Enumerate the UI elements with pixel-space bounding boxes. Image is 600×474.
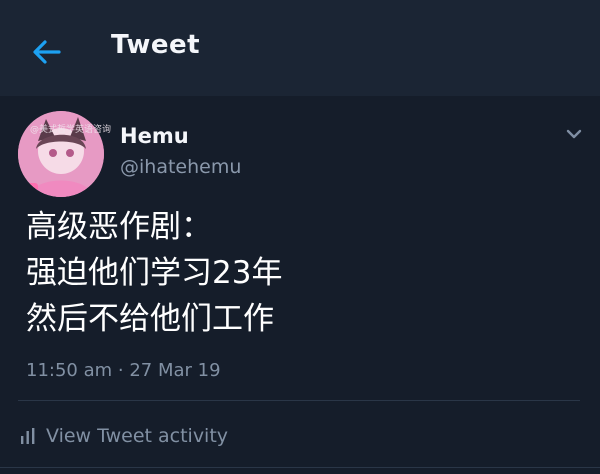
author-name[interactable]: Hemu [120, 124, 189, 148]
back-button[interactable] [28, 34, 64, 70]
tweet-menu-button[interactable] [562, 124, 586, 144]
tweet-text-line: 高级恶作剧： [26, 209, 212, 245]
tweet-text-line: 强迫他们学习23年 [26, 255, 283, 291]
page-title: Tweet [111, 30, 201, 60]
arrow-left-icon [33, 40, 61, 64]
tweet-text-line: 然后不给他们工作 [26, 301, 274, 337]
avatar-watermark: @美式哲学英语咨询 [30, 125, 112, 135]
bar-chart-icon [21, 428, 35, 444]
app-header: Tweet [0, 0, 600, 97]
activity-label: View Tweet activity [46, 425, 229, 447]
divider [0, 467, 600, 468]
divider [18, 400, 580, 401]
view-tweet-activity-link[interactable]: View Tweet activity [20, 425, 228, 447]
author-handle[interactable]: @ihatehemu [120, 156, 241, 178]
tweet-timestamp: 11:50 am · 27 Mar 19 [26, 360, 221, 381]
tweet-text: 高级恶作剧： 强迫他们学习23年 然后不给他们工作 [26, 204, 566, 342]
chevron-down-icon [566, 129, 582, 139]
